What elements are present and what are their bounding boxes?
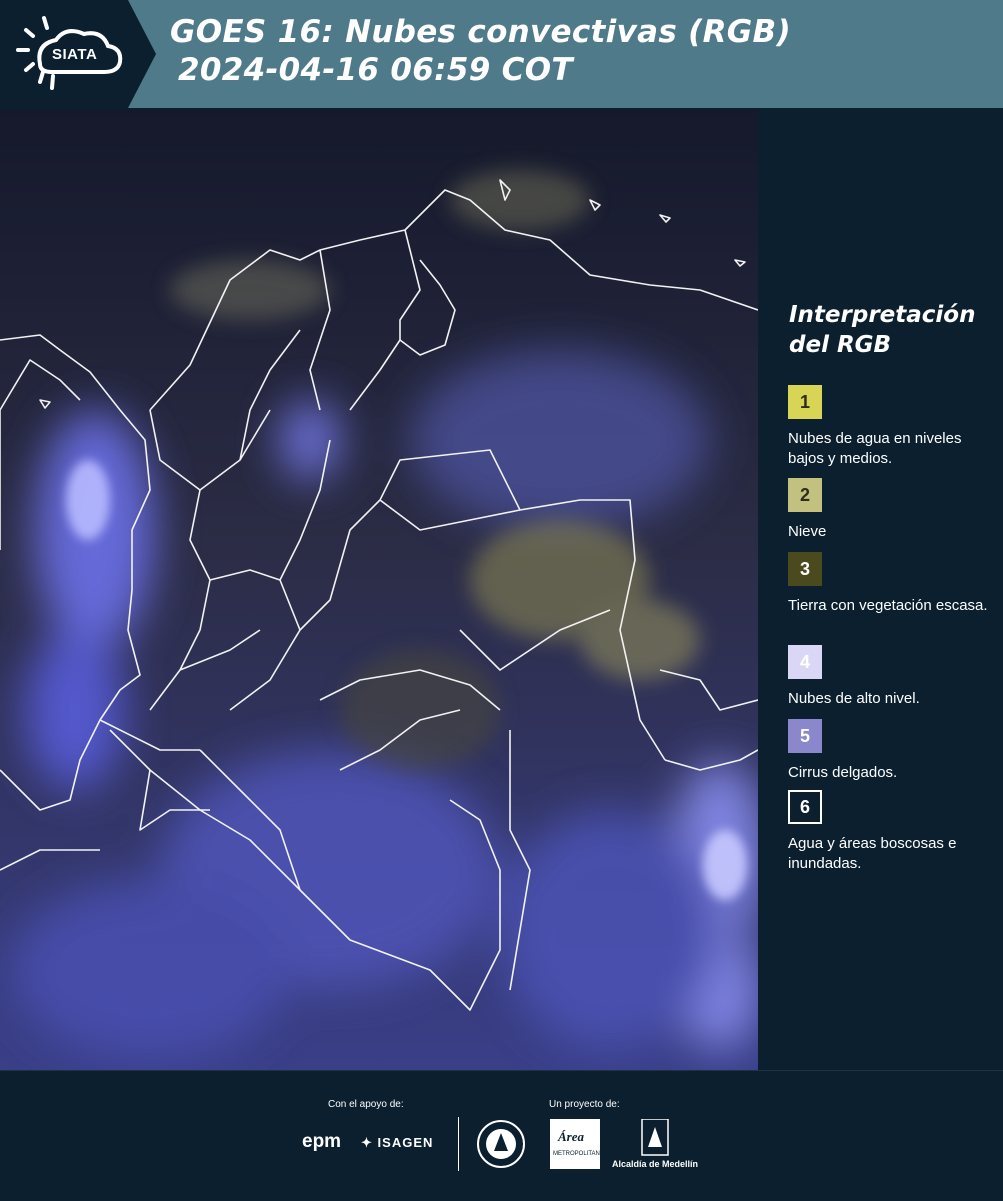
legend-number-2: 2 bbox=[799, 484, 810, 505]
epm-logo[interactable]: epm bbox=[302, 1131, 341, 1153]
area-metropolitana-logo[interactable]: Área METROPOLITANA bbox=[550, 1119, 604, 1174]
medellin-seal-icon[interactable] bbox=[476, 1119, 526, 1174]
isagen-logo[interactable]: ✦ ISAGEN bbox=[361, 1135, 433, 1151]
legend-item-1: 1 Nubes de agua en niveles bajos y medio… bbox=[788, 385, 998, 469]
legend-panel: Interpretación del RGB 1 Nubes de agua e… bbox=[762, 110, 1003, 1070]
legend-label-1: Nubes de agua en niveles bajos y medios. bbox=[788, 430, 962, 467]
legend-number-5: 5 bbox=[799, 725, 810, 746]
legend-swatch-5: 5 bbox=[788, 719, 822, 753]
legend-item-5: 5 Cirrus delgados. bbox=[788, 719, 998, 783]
alcaldia-shield-icon[interactable] bbox=[612, 1118, 700, 1162]
legend-swatch-4: 4 bbox=[788, 645, 822, 679]
legend-number-6: 6 bbox=[799, 796, 810, 817]
satellite-map[interactable] bbox=[0, 110, 758, 1070]
project-caption: Un proyecto de: bbox=[549, 1099, 620, 1110]
legend-label-6: Agua y áreas boscosas e inundadas. bbox=[788, 835, 957, 872]
legend-item-3: 3 Tierra con vegetación escasa. bbox=[788, 552, 998, 616]
legend-number-3: 3 bbox=[799, 558, 810, 579]
footer: Con el apoyo de: Un proyecto de: epm ✦ I… bbox=[0, 1070, 1003, 1201]
siata-logo[interactable]: SIATA bbox=[0, 0, 160, 108]
legend-swatch-6: 6 bbox=[788, 790, 822, 824]
legend-swatch-3: 3 bbox=[788, 552, 822, 586]
legend-label-5: Cirrus delgados. bbox=[788, 764, 898, 781]
legend-title: Interpretación del RGB bbox=[789, 302, 976, 358]
isagen-logo-text: ISAGEN bbox=[377, 1135, 434, 1150]
area-logo-subtext: METROPOLITANA bbox=[553, 1151, 604, 1157]
support-caption: Con el apoyo de: bbox=[328, 1099, 404, 1110]
legend-swatch-2: 2 bbox=[788, 478, 822, 512]
legend-number-4: 4 bbox=[799, 651, 810, 672]
satellite-rgb-image bbox=[0, 110, 758, 1070]
alcaldia-text: Alcaldía de Medellín bbox=[612, 1159, 699, 1169]
legend-label-2: Nieve bbox=[788, 523, 827, 540]
footer-divider bbox=[458, 1117, 459, 1171]
legend-item-4: 4 Nubes de alto nivel. bbox=[788, 645, 998, 709]
legend-item-6: 6 Agua y áreas boscosas e inundadas. bbox=[788, 790, 998, 874]
page-timestamp: 2024-04-16 06:59 COT bbox=[178, 52, 573, 88]
legend-label-4: Nubes de alto nivel. bbox=[788, 690, 920, 707]
area-logo-text: Área bbox=[558, 1129, 584, 1144]
legend-number-1: 1 bbox=[799, 391, 810, 412]
legend-swatch-1: 1 bbox=[788, 385, 822, 419]
siata-logo-text: SIATA bbox=[52, 46, 98, 63]
isagen-star-icon: ✦ bbox=[361, 1135, 373, 1150]
page-title: GOES 16: Nubes convectivas (RGB) bbox=[170, 14, 791, 50]
legend-item-2: 2 Nieve bbox=[788, 478, 998, 542]
header-bar: SIATA GOES 16: Nubes convectivas (RGB) 2… bbox=[0, 0, 1003, 108]
legend-label-3: Tierra con vegetación escasa. bbox=[788, 597, 988, 614]
